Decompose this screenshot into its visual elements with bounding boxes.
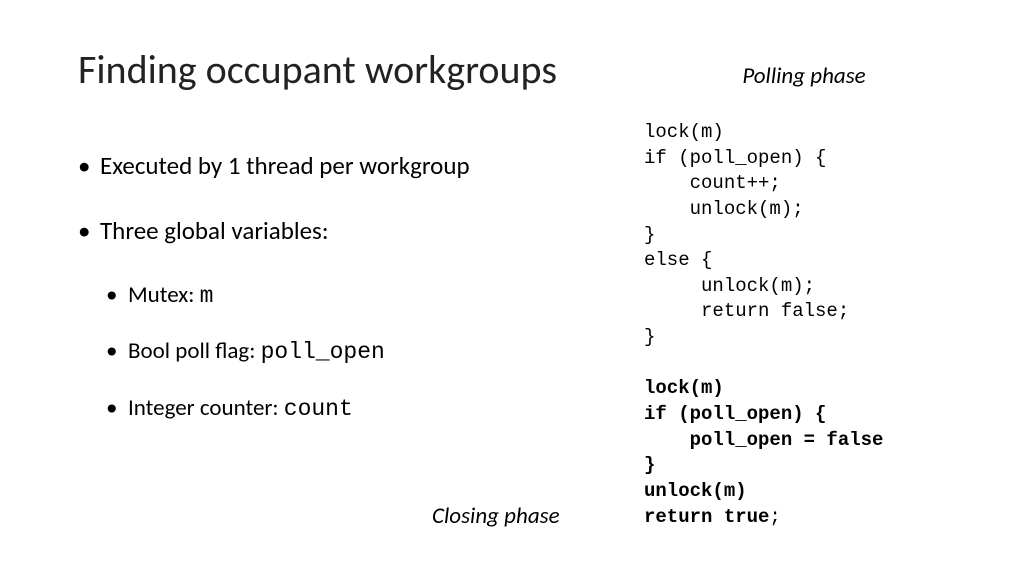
bullet-level2: Integer counter: count — [106, 394, 558, 425]
code-line: if (poll_open) { — [644, 147, 826, 169]
code-line-bold: unlock(m) — [644, 480, 747, 502]
code-block: lock(m) if (poll_open) { count++; unlock… — [644, 120, 964, 530]
code-line-bold: } — [644, 454, 655, 476]
slide: Finding occupant workgroups Polling phas… — [0, 0, 1024, 576]
code-token: m — [200, 283, 214, 309]
code-line-bold: return true — [644, 506, 769, 528]
code-line: else { — [644, 249, 712, 271]
code-line: count++; — [644, 172, 781, 194]
sub-bullet-text: Mutex: — [128, 281, 200, 309]
code-semicolon: ; — [769, 506, 780, 528]
code-line: unlock(m); — [644, 198, 804, 220]
code-line-bold: if (poll_open) { — [644, 403, 826, 425]
bullet-level2: Bool poll flag: poll_open — [106, 337, 558, 368]
code-token: count — [284, 396, 353, 422]
sub-bullet-text: Bool poll flag: — [128, 337, 261, 365]
code-line: unlock(m); — [644, 275, 815, 297]
sub-bullet-text: Integer counter: — [128, 394, 284, 422]
code-line: } — [644, 224, 655, 246]
code-line-bold: poll_open = false — [644, 429, 883, 451]
bullet-level2: Mutex: m — [106, 281, 558, 312]
left-column: Executed by 1 thread per workgroup Three… — [78, 150, 558, 451]
bullet-list: Executed by 1 thread per workgroup Three… — [78, 150, 558, 425]
code-line-bold: lock(m) — [644, 377, 724, 399]
code-line: } — [644, 326, 655, 348]
code-line: lock(m) — [644, 121, 724, 143]
bullet-level1: Executed by 1 thread per workgroup — [78, 150, 558, 181]
code-line: return false; — [644, 300, 849, 322]
right-column: lock(m) if (poll_open) { count++; unlock… — [644, 120, 964, 530]
closing-phase-heading: Closing phase — [432, 502, 560, 530]
bullet-level1: Three global variables: — [78, 215, 558, 246]
code-token: poll_open — [261, 339, 385, 365]
polling-phase-heading: Polling phase — [644, 62, 964, 90]
